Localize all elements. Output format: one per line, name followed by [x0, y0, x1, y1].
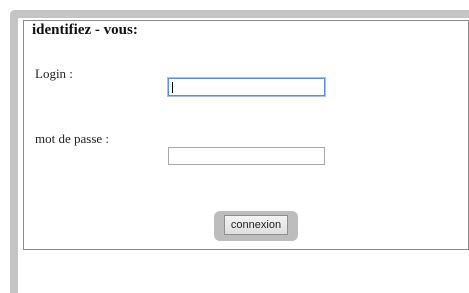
password-label: mot de passe :	[35, 131, 110, 146]
fieldset-legend: identifiez - vous:	[29, 21, 141, 39]
page-frame-left	[10, 10, 18, 293]
submit-button-highlight: connexion	[214, 211, 298, 241]
password-input[interactable]	[168, 147, 325, 165]
text-caret	[172, 82, 173, 93]
connexion-button[interactable]: connexion	[224, 215, 288, 235]
page-frame-top	[10, 10, 469, 18]
login-label: Login :	[35, 66, 73, 81]
login-input[interactable]	[168, 78, 325, 96]
